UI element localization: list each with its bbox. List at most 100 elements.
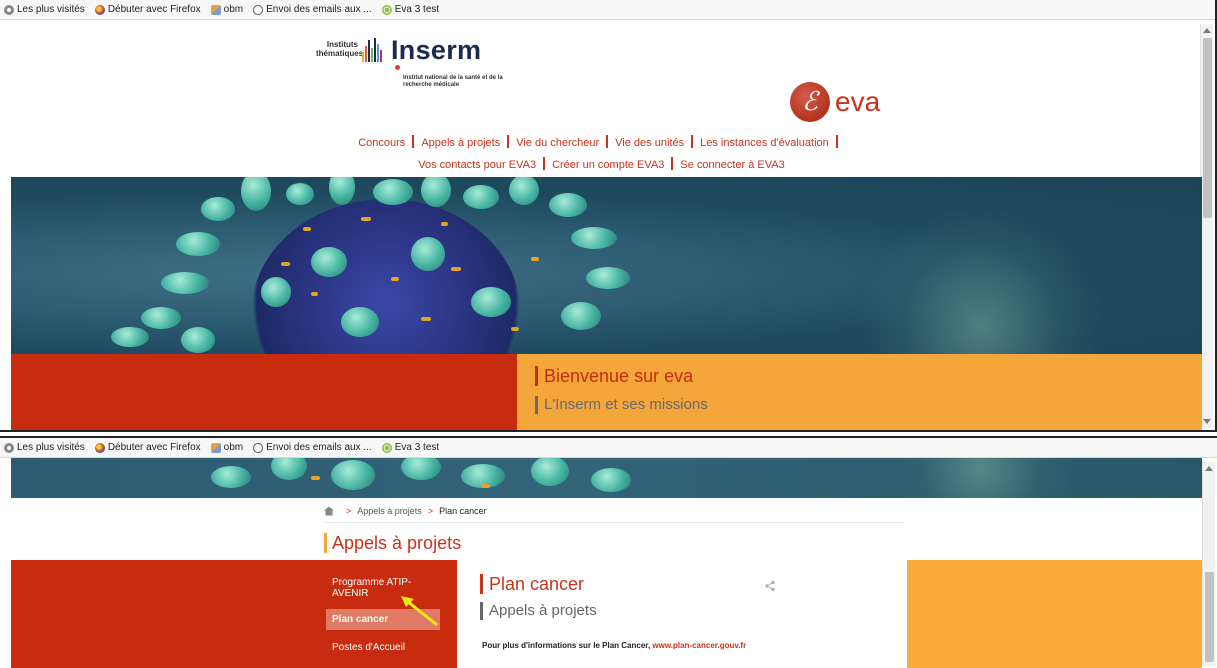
- virus-spike: [261, 277, 291, 307]
- virus-spike: [141, 307, 181, 329]
- nav-separator: [543, 157, 546, 170]
- breadcrumb-separator: >: [346, 506, 352, 516]
- mail-icon: [253, 4, 264, 15]
- mail-icon: [253, 442, 264, 453]
- bookmark-label: Débuter avec Firefox: [107, 4, 201, 15]
- nav-login[interactable]: Se connecter à EVA3: [680, 159, 784, 171]
- home-icon[interactable]: [324, 506, 334, 516]
- inserm-dot: [395, 65, 400, 70]
- inserm-wordmark: Inserm: [391, 36, 481, 70]
- eva-icon: [381, 4, 392, 15]
- nav-contacts-eva3[interactable]: Vos contacts pour EVA3: [418, 159, 536, 171]
- virus-spike: [181, 327, 215, 353]
- sidebar-item-postes-accueil[interactable]: Postes d'Accueil: [326, 640, 440, 655]
- bookmark-eva3-test[interactable]: Eva 3 test: [381, 442, 439, 453]
- virus-spike: [421, 177, 451, 207]
- bookmark-emails[interactable]: Envoi des emails aux ...: [253, 4, 372, 15]
- content-subtitle: Appels à projets: [480, 602, 597, 620]
- virus-fragment: [511, 327, 519, 331]
- browser-window-plan-cancer: Les plus visités Débuter avec Firefox ob…: [0, 436, 1217, 668]
- virus-fragment: [303, 227, 311, 231]
- gear-icon: [4, 442, 14, 453]
- virus-fragment: [421, 317, 431, 321]
- hero-blurred-cell: [851, 207, 1111, 354]
- bookmark-label: Débuter avec Firefox: [107, 442, 201, 453]
- nav-vie-du-chercheur[interactable]: Vie du chercheur: [516, 137, 599, 149]
- plan-cancer-link[interactable]: www.plan-cancer.gouv.fr: [652, 641, 746, 650]
- bookmark-obm[interactable]: obm: [210, 442, 244, 453]
- virus-spike: [531, 458, 569, 486]
- nav-concours[interactable]: Concours: [358, 137, 405, 149]
- bookmark-eva3-test[interactable]: Eva 3 test: [381, 4, 440, 15]
- scroll-up-icon[interactable]: [1205, 466, 1213, 471]
- welcome-subtitle[interactable]: L'Inserm et ses missions: [535, 396, 708, 414]
- bookmark-label: Les plus visités: [17, 442, 85, 453]
- bookmark-emails[interactable]: Envoi des emails aux ...: [253, 442, 372, 453]
- virus-fragment: [481, 484, 490, 488]
- virus-spike: [111, 327, 149, 347]
- nav-appels-a-projets[interactable]: Appels à projets: [421, 137, 500, 149]
- bookmark-most-visited[interactable]: Les plus visités: [4, 4, 85, 15]
- virus-fragment: [281, 262, 290, 266]
- virus-spike: [509, 177, 539, 205]
- eva-wordmark: eva: [835, 86, 881, 117]
- nav-create-account[interactable]: Créer un compte EVA3: [552, 159, 664, 171]
- virus-spike: [471, 287, 511, 317]
- right-panel: [907, 560, 1202, 668]
- nav-separator: [606, 135, 609, 148]
- divider: [324, 522, 904, 523]
- bookmark-obm[interactable]: obm: [210, 4, 243, 15]
- bookmark-label: Eva 3 test: [394, 4, 440, 15]
- breadcrumb-appels-a-projets[interactable]: Appels à projets: [357, 506, 422, 516]
- eva-logo[interactable]: ℰ eva: [790, 82, 880, 122]
- virus-fragment: [441, 222, 448, 226]
- share-icon[interactable]: [764, 580, 776, 592]
- bookmark-most-visited[interactable]: Les plus visités: [4, 442, 85, 453]
- scroll-down-icon[interactable]: [1203, 419, 1211, 424]
- hero-banner-image: [11, 458, 1202, 498]
- scroll-up-icon[interactable]: [1203, 28, 1211, 33]
- nav-instances-evaluation[interactable]: Les instances d'évaluation: [700, 137, 829, 149]
- breadcrumb-separator: >: [427, 506, 434, 516]
- bookmark-label: obm: [223, 442, 244, 453]
- inserm-subtitle: Institut national de la santé et de la r…: [403, 75, 503, 88]
- virus-illustration: [251, 199, 521, 354]
- browser-window-home: Les plus visités Débuter avec Firefox ob…: [0, 0, 1217, 432]
- breadcrumb-current: Plan cancer: [439, 506, 487, 516]
- scrollbar-thumb[interactable]: [1205, 572, 1214, 662]
- bookmark-label: Envoi des emails aux ...: [266, 4, 372, 15]
- bookmark-firefox[interactable]: Débuter avec Firefox: [94, 442, 201, 453]
- bookmarks-toolbar: Les plus visités Débuter avec Firefox ob…: [0, 0, 1215, 20]
- nav-vie-des-unites[interactable]: Vie des unités: [615, 137, 684, 149]
- virus-spike: [463, 185, 499, 209]
- firefox-icon: [94, 442, 105, 453]
- institutes-bars-icon: [362, 38, 383, 62]
- bookmark-firefox[interactable]: Débuter avec Firefox: [94, 4, 201, 15]
- virus-fragment: [311, 476, 320, 480]
- virus-spike: [401, 458, 441, 480]
- virus-fragment: [311, 292, 318, 296]
- info-text: Pour plus d'informations sur le Plan Can…: [482, 641, 746, 650]
- virus-spike: [176, 232, 220, 256]
- bookmark-label: Envoi des emails aux ...: [266, 442, 372, 453]
- virus-spike: [331, 460, 375, 490]
- hero-blurred-cell: [871, 458, 1091, 498]
- bookmarks-toolbar: Les plus visités Débuter avec Firefox ob…: [0, 438, 1217, 458]
- scrollbar[interactable]: [1202, 462, 1215, 666]
- nav-separator: [671, 157, 674, 170]
- scrollbar-thumb[interactable]: [1203, 38, 1212, 218]
- virus-spike: [311, 247, 347, 277]
- main-nav-row-2: Vos contacts pour EVA3 Créer un compte EV…: [0, 157, 1203, 171]
- virus-spike: [241, 177, 271, 211]
- institutes-label: Instituts thématiques: [316, 40, 364, 58]
- bookmark-label: Les plus visités: [17, 4, 85, 15]
- virus-spike: [586, 267, 630, 289]
- inserm-logo[interactable]: Instituts thématiques Inserm: [316, 36, 481, 70]
- welcome-band-left: [11, 354, 517, 430]
- virus-spike: [329, 177, 355, 205]
- virus-spike: [549, 193, 587, 217]
- virus-spike: [161, 272, 209, 294]
- virus-fragment: [391, 277, 399, 281]
- welcome-title[interactable]: Bienvenue sur eva: [535, 366, 693, 386]
- virus-fragment: [451, 267, 461, 271]
